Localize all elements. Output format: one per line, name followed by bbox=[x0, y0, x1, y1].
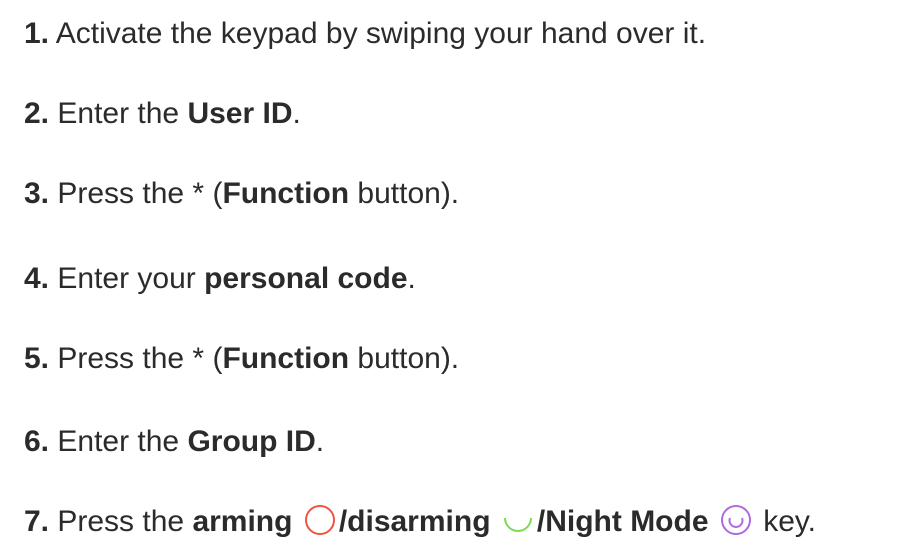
step-number: 1. bbox=[24, 17, 50, 50]
step-2: 2. Enter the User ID. bbox=[24, 92, 301, 136]
step-text: . bbox=[292, 97, 301, 130]
step-text: button). bbox=[349, 342, 460, 375]
step-emphasis: Function bbox=[222, 177, 350, 210]
step-text: Press the * ( bbox=[57, 342, 223, 375]
step-number: 6. bbox=[24, 425, 50, 458]
step-emphasis: arming bbox=[192, 505, 293, 538]
step-text: Enter the bbox=[57, 97, 188, 130]
step-emphasis: personal code bbox=[204, 262, 408, 295]
step-4: 4. Enter your personal code. bbox=[24, 257, 416, 301]
step-text: button). bbox=[349, 177, 460, 210]
night-mode-icon bbox=[720, 504, 752, 536]
step-emphasis: Night Mode bbox=[545, 505, 709, 538]
step-number: 3. bbox=[24, 177, 50, 210]
step-text: . bbox=[315, 425, 325, 458]
step-separator: / bbox=[338, 505, 348, 538]
step-7: 7. Press the arming /disarming /Night Mo… bbox=[24, 500, 816, 544]
step-separator: / bbox=[536, 505, 546, 538]
step-number: 2. bbox=[24, 97, 50, 130]
step-number: 5. bbox=[24, 342, 50, 375]
step-text: . bbox=[407, 262, 416, 295]
step-1: 1. Activate the keypad by swiping your h… bbox=[24, 12, 706, 56]
step-emphasis: Function bbox=[222, 342, 350, 375]
step-text: Press the * ( bbox=[57, 177, 223, 210]
step-3: 3. Press the * (Function button). bbox=[24, 172, 459, 216]
disarming-icon bbox=[502, 504, 534, 536]
step-text: Activate the keypad by swiping your hand… bbox=[55, 17, 707, 50]
step-text: Press the bbox=[57, 505, 193, 538]
step-6: 6. Enter the Group ID. bbox=[24, 420, 324, 464]
step-text: Enter your bbox=[57, 262, 205, 295]
step-emphasis: User ID bbox=[187, 97, 293, 130]
arming-icon bbox=[304, 504, 336, 536]
step-number: 7. bbox=[24, 505, 50, 538]
step-number: 4. bbox=[24, 262, 50, 295]
step-emphasis: disarming bbox=[347, 505, 491, 538]
step-text: Enter the bbox=[57, 425, 188, 458]
step-emphasis: Group ID bbox=[187, 425, 316, 458]
step-text: key. bbox=[754, 505, 817, 538]
step-5: 5. Press the * (Function button). bbox=[24, 337, 459, 381]
